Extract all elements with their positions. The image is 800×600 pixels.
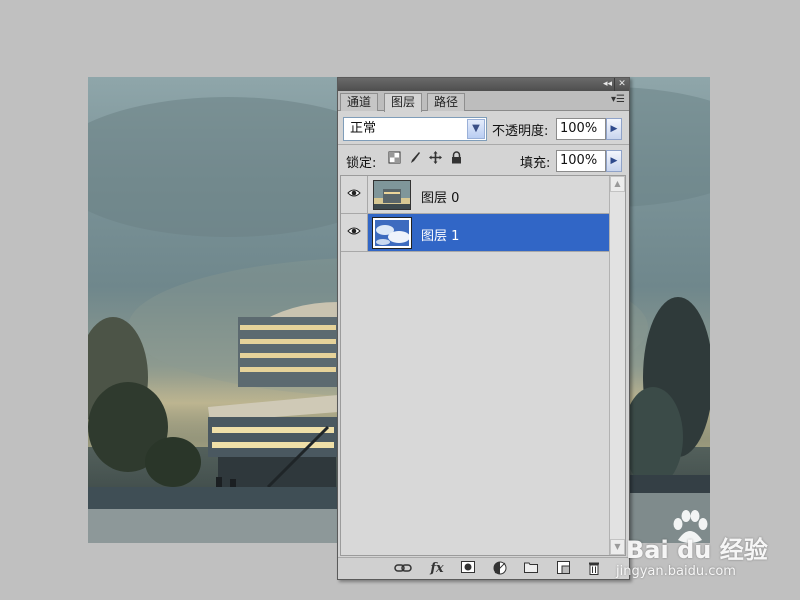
- divider: [338, 144, 629, 145]
- blend-mode-select[interactable]: 正常 ▼: [343, 117, 487, 141]
- lock-all-icon[interactable]: [450, 151, 463, 164]
- lock-transparent-pixels-icon[interactable]: [388, 151, 401, 164]
- opacity-label: 不透明度:: [492, 124, 549, 139]
- watermark-url: jingyan.baidu.com: [616, 564, 736, 579]
- eye-icon: [347, 189, 361, 197]
- layer-list-scrollbar[interactable]: ▲ ▼: [609, 176, 625, 555]
- opacity-slider-arrow-icon[interactable]: ▶: [606, 118, 622, 140]
- watermark-brand: Bai du 经验: [626, 536, 768, 564]
- chevron-down-icon[interactable]: ▼: [467, 119, 485, 139]
- tab-paths[interactable]: 路径: [427, 93, 466, 111]
- close-icon[interactable]: ✕: [615, 78, 629, 91]
- fill-slider-arrow-icon[interactable]: ▶: [606, 150, 622, 172]
- layer-row-1[interactable]: 图层 1: [341, 214, 611, 252]
- adjustment-layer-icon[interactable]: [491, 561, 509, 577]
- panel-menu-icon[interactable]: ▾☰: [611, 94, 625, 105]
- layer-name[interactable]: 图层 0: [421, 187, 459, 206]
- tab-channels[interactable]: 通道: [340, 93, 379, 111]
- scroll-up-icon[interactable]: ▲: [610, 176, 625, 192]
- panel-tabs: 通道 图层 路径 ▾☰: [338, 91, 629, 112]
- lock-label: 锁定:: [346, 156, 377, 171]
- add-mask-icon[interactable]: [459, 561, 477, 577]
- panel-titlebar[interactable]: ◂◂ ✕: [338, 78, 629, 91]
- visibility-toggle[interactable]: [341, 214, 368, 251]
- link-layers-icon[interactable]: [394, 561, 412, 577]
- layer-thumbnail: [372, 217, 412, 249]
- opacity-input[interactable]: 100%: [556, 118, 606, 140]
- blend-mode-value: 正常: [350, 121, 377, 136]
- tab-layers[interactable]: 图层: [384, 93, 423, 112]
- visibility-toggle[interactable]: [341, 176, 368, 213]
- eye-icon: [347, 227, 361, 235]
- trash-icon[interactable]: [585, 561, 603, 577]
- fill-input[interactable]: 100%: [556, 150, 606, 172]
- collapse-icon[interactable]: ◂◂: [601, 78, 615, 91]
- new-group-folder-icon[interactable]: [522, 561, 540, 577]
- layer-thumbnail: [373, 180, 411, 210]
- layer-row-0[interactable]: 图层 0: [341, 176, 611, 214]
- lock-image-pixels-icon[interactable]: [408, 151, 421, 164]
- new-layer-icon[interactable]: [554, 561, 572, 577]
- layer-name[interactable]: 图层 1: [421, 225, 459, 244]
- layer-list: 图层 0 图层 1 ▲ ▼: [340, 175, 626, 556]
- fill-label: 填充:: [520, 156, 551, 171]
- layers-bottom-toolbar: fx: [338, 557, 629, 579]
- layer-style-fx-icon[interactable]: fx: [428, 561, 446, 577]
- layers-panel: ◂◂ ✕ 通道 图层 路径 ▾☰ 正常 ▼ 不透明度: 100% ▶ 锁定: 填…: [337, 77, 630, 580]
- baidu-jingyan-watermark: Bai du 经验 jingyan.baidu.com: [610, 510, 800, 600]
- lock-position-icon[interactable]: [429, 151, 442, 164]
